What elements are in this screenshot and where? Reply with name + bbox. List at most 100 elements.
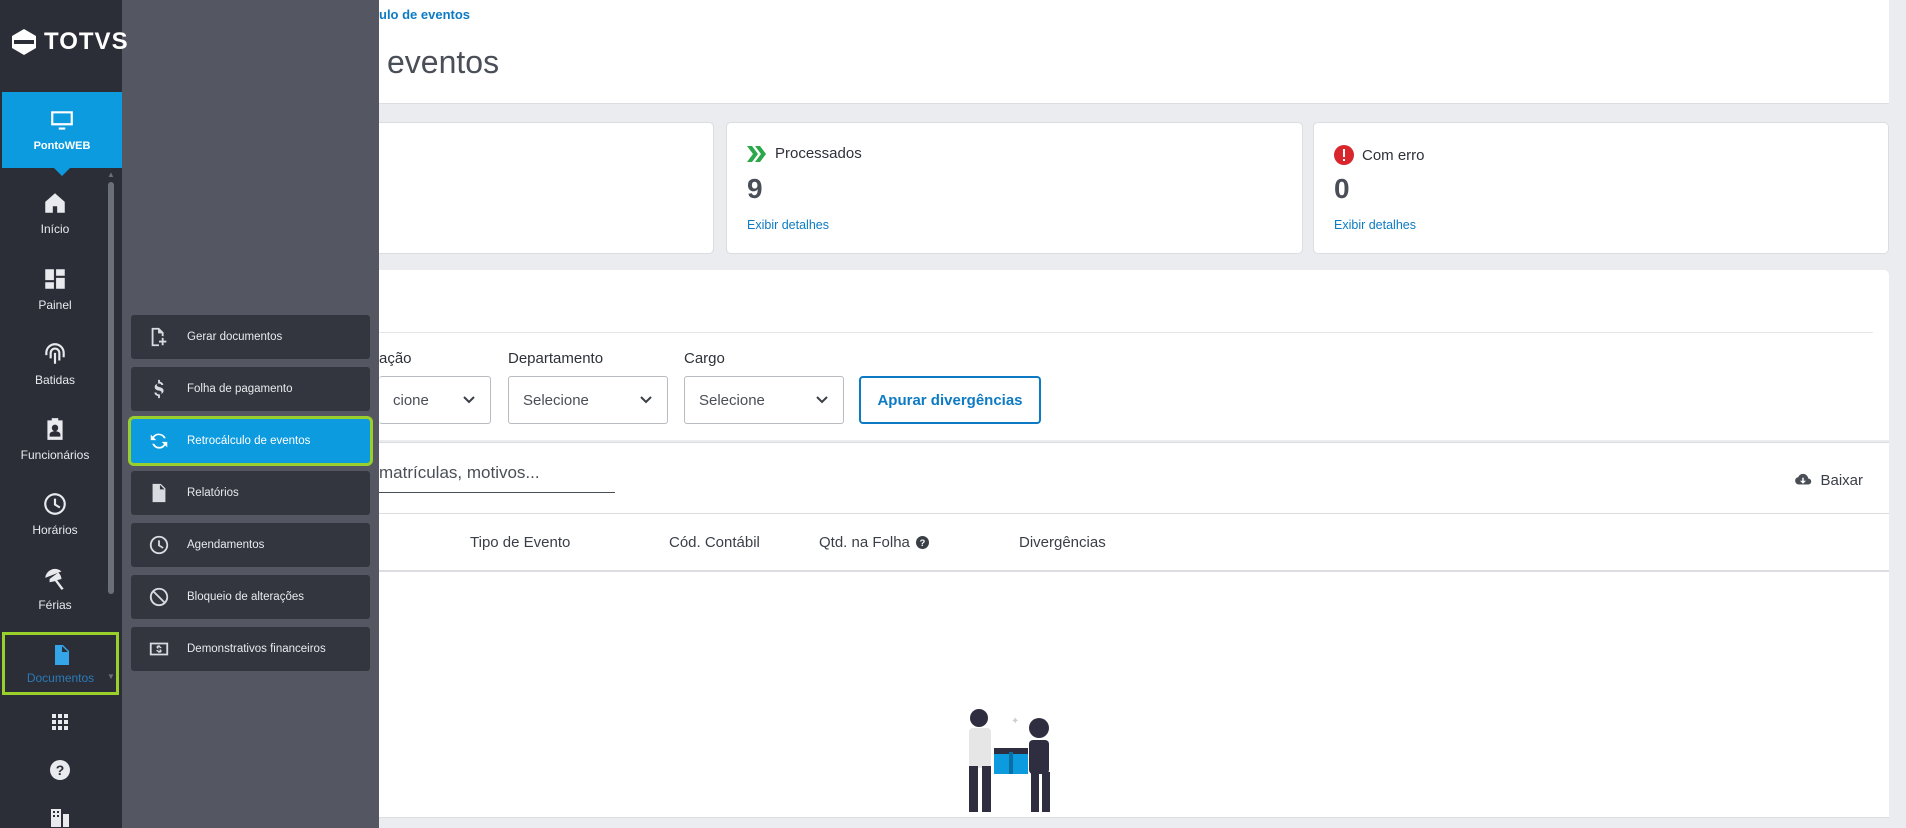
card-com-erro: Com erro 0 Exibir detalhes — [1313, 122, 1889, 254]
menu-bloqueio-de-alteracoes[interactable]: Bloqueio de alterações — [131, 575, 370, 619]
chevron-down-icon — [463, 396, 475, 404]
nav-batidas[interactable]: Batidas — [0, 341, 110, 387]
totvs-logo: TOTVS — [10, 26, 129, 58]
clock-icon — [149, 535, 169, 555]
nav-documentos-label: Documentos — [26, 670, 95, 685]
svg-text:✦: ✦ — [1011, 716, 1019, 727]
download-button[interactable]: Baixar — [1794, 471, 1863, 489]
menu-relatorios[interactable]: Relatórios — [131, 471, 370, 515]
table-body-empty-state: ✦ — [379, 572, 1889, 818]
cargo-label: Cargo — [684, 350, 725, 367]
card-com-erro-header: Com erro — [1334, 145, 1425, 165]
column-tipo-de-evento[interactable]: Tipo de Evento — [470, 534, 570, 551]
app-name: PontoWEB — [33, 140, 91, 152]
apps-grid-icon[interactable] — [48, 710, 72, 734]
nav-documentos[interactable]: Documentos — [2, 632, 119, 695]
chevron-down-icon — [816, 396, 828, 404]
brand-name: TOTVS — [44, 28, 129, 55]
column-qtd-na-folha[interactable]: Qtd. na Folha ? — [819, 534, 929, 551]
nav-funcionarios[interactable]: Funcionários — [0, 416, 110, 462]
totvs-hex-icon — [12, 29, 36, 55]
nav-batidas-label: Batidas — [34, 373, 76, 387]
nav-painel-label: Painel — [38, 298, 72, 312]
filters-divider — [379, 332, 1873, 333]
download-label: Baixar — [1820, 471, 1863, 489]
nav-horarios-label: Horários — [32, 523, 78, 537]
situacao-select-value: cione — [393, 391, 429, 409]
situacao-select[interactable]: cione — [379, 376, 491, 424]
menu-item-label: Folha de pagamento — [187, 383, 293, 395]
page-scrollbar-track[interactable] — [1889, 0, 1906, 828]
page-title: eventos — [387, 44, 500, 80]
block-icon — [149, 587, 169, 607]
help-circle-icon[interactable]: ? — [915, 536, 929, 549]
situacao-label: ação — [379, 350, 412, 367]
apurar-divergencias-button[interactable]: Apurar divergências — [859, 376, 1041, 424]
beach-icon — [45, 568, 64, 590]
badge-icon — [47, 418, 63, 440]
documents-flyout-menu: Gerar documentos Folha de pagamento Retr… — [122, 0, 379, 828]
monitor-icon — [51, 111, 73, 130]
menu-folha-de-pagamento[interactable]: Folha de pagamento — [131, 367, 370, 411]
help-icon[interactable]: ? — [48, 758, 72, 782]
dashboard-icon — [45, 269, 65, 289]
departamento-select-value: Selecione — [523, 391, 589, 409]
nav-horarios[interactable]: Horários — [0, 491, 110, 537]
menu-item-label: Gerar documentos — [187, 331, 283, 343]
menu-item-label: Demonstrativos financeiros — [187, 643, 326, 655]
empty-state-illustration: ✦ — [969, 709, 1050, 812]
column-divergencias[interactable]: Divergências — [1019, 534, 1106, 551]
page-header: ulo de eventos eventos — [379, 0, 1906, 104]
menu-item-label: Retrocálculo de eventos — [187, 435, 311, 447]
menu-agendamentos[interactable]: Agendamentos — [131, 523, 370, 567]
cargo-select[interactable]: Selecione — [684, 376, 844, 424]
card-processados: Processados 9 Exibir detalhes — [726, 122, 1303, 254]
nav-funcionarios-label: Funcionários — [20, 448, 90, 462]
money-icon — [149, 642, 169, 656]
chevron-down-icon — [640, 396, 652, 404]
table-header: Tipo de Evento Cód. Contábil Qtd. na Fol… — [379, 514, 1889, 572]
card-com-erro-details-link[interactable]: Exibir detalhes — [1334, 218, 1416, 232]
menu-gerar-documentos[interactable]: Gerar documentos — [131, 315, 370, 359]
cloud-download-icon — [1795, 473, 1812, 485]
menu-item-label: Relatórios — [187, 487, 239, 499]
scroll-up-arrow[interactable]: ▲ — [107, 170, 115, 179]
card-com-erro-label: Com erro — [1362, 146, 1425, 164]
breadcrumb[interactable]: ulo de eventos — [379, 7, 470, 22]
card-processados-label: Processados — [775, 145, 862, 162]
menu-demonstrativos-financeiros[interactable]: Demonstrativos financeiros — [131, 627, 370, 671]
departamento-label: Departamento — [508, 350, 604, 367]
search-toolbar: matrículas, motivos... Baixar — [379, 442, 1889, 514]
card-processados-value: 9 — [747, 173, 763, 204]
double-chevron-icon — [747, 145, 766, 162]
app-rail: TOTVS PontoWEB ▲ Início Painel Batidas F… — [0, 0, 128, 828]
search-input[interactable]: matrículas, motivos... — [379, 459, 615, 493]
building-icon[interactable] — [48, 806, 72, 828]
app-pontoweb[interactable]: PontoWEB — [2, 92, 122, 176]
nav-painel[interactable]: Painel — [0, 266, 110, 312]
svg-text:?: ? — [920, 538, 926, 548]
menu-retrocalculo-de-eventos[interactable]: Retrocálculo de eventos — [128, 416, 373, 466]
nav-ferias[interactable]: Férias — [0, 566, 110, 612]
report-icon — [152, 483, 166, 503]
card-com-erro-value: 0 — [1334, 173, 1350, 204]
card-processados-header: Processados — [747, 145, 862, 162]
departamento-select[interactable]: Selecione — [508, 376, 668, 424]
nav-inicio-label: Início — [40, 222, 70, 236]
cargo-select-value: Selecione — [699, 391, 765, 409]
nav-inicio[interactable]: Início — [0, 190, 110, 236]
scroll-down-arrow[interactable]: ▼ — [107, 672, 115, 681]
error-icon — [1334, 145, 1354, 165]
home-icon — [45, 193, 65, 213]
svg-text:?: ? — [56, 762, 65, 778]
menu-item-label: Bloqueio de alterações — [187, 591, 304, 603]
document-icon — [54, 644, 69, 665]
generate-doc-icon — [151, 327, 167, 347]
column-cod-contabil[interactable]: Cód. Contábil — [669, 534, 760, 551]
sync-icon — [150, 433, 168, 449]
nav-ferias-label: Férias — [38, 598, 72, 612]
column-qtd-na-folha-label: Qtd. na Folha — [819, 534, 910, 551]
card-processados-details-link[interactable]: Exibir detalhes — [747, 218, 829, 232]
dollar-icon — [154, 379, 164, 399]
clock-icon — [44, 493, 66, 515]
